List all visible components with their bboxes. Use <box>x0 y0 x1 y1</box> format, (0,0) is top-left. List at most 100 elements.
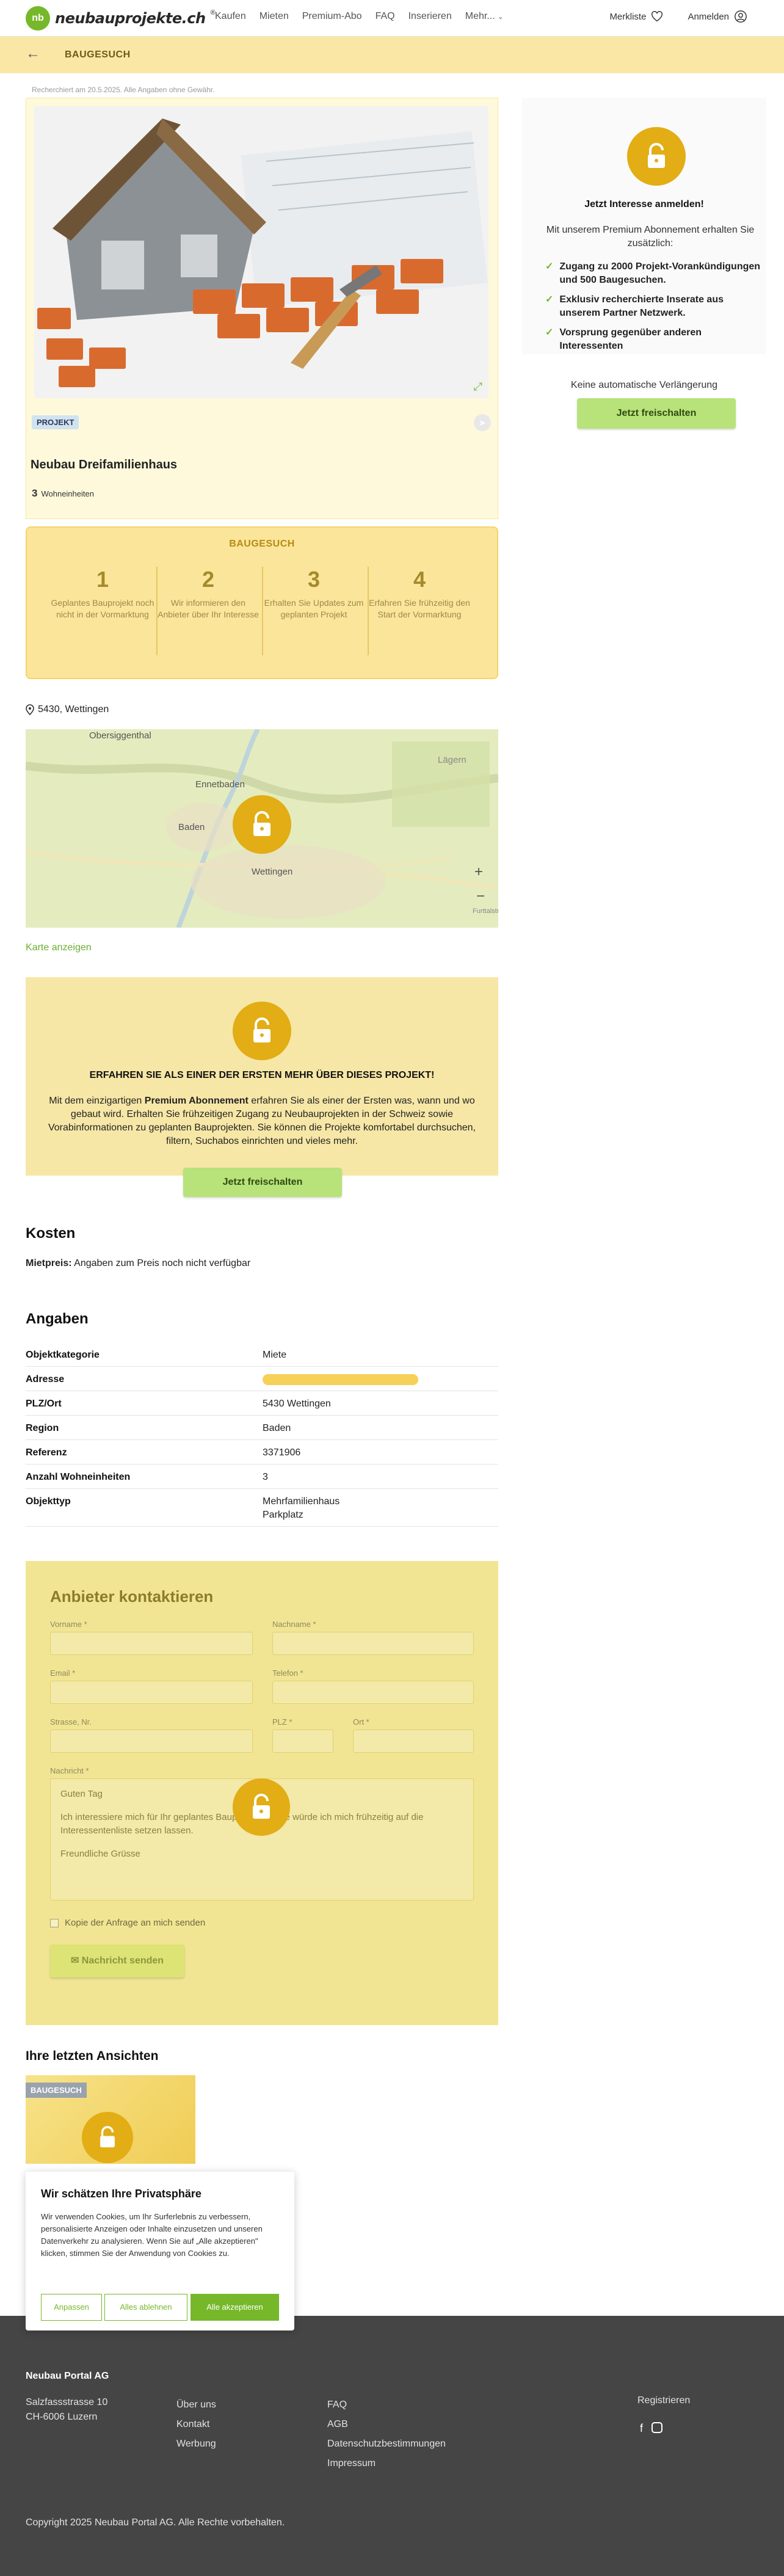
logo-text: neubauprojekte.ch <box>55 10 206 27</box>
step-1: 1 Geplantes Bauprojekt noch nicht in der … <box>51 567 154 620</box>
location-text: 5430, Wettingen <box>38 704 109 715</box>
copy-label: Kopie der Anfrage an mich senden <box>65 1918 206 1928</box>
premium-text: Mit dem einzigartigen Premium Abonnement… <box>35 1094 488 1148</box>
listing-image[interactable]: ⤢ <box>31 103 492 402</box>
show-map-link[interactable]: Karte anzeigen <box>26 942 92 953</box>
nav-inserieren[interactable]: Inserieren <box>408 11 452 22</box>
city-label: Ort * <box>353 1717 369 1726</box>
detail-value: Mehrfamilienhaus <box>263 1496 340 1507</box>
send-label: Nachricht senden <box>81 1956 164 1966</box>
sidebar-unlock-button[interactable]: Jetzt freischalten <box>577 398 736 429</box>
footer-col-3: FAQ AGB Datenschutzbestimmungen Impressu… <box>327 2395 446 2473</box>
sidebar-benefits: ✓ Zugang zu 2000 Projekt-Vorankündigungen… <box>545 260 765 353</box>
merkliste-label: Merkliste <box>609 11 647 22</box>
step-4: 4 Erfahren Sie frühzeitig den Start der V… <box>368 567 471 620</box>
zoom-out-icon[interactable]: − <box>476 888 485 905</box>
step-number: 3 <box>307 567 321 592</box>
send-button[interactable]: ✉ Nachricht senden <box>50 1945 184 1977</box>
map-label: Wettingen <box>252 867 293 877</box>
detail-row: Anzahl Wohneinheiten 3 <box>26 1464 498 1489</box>
zip-input[interactable] <box>272 1730 333 1753</box>
check-icon: ✓ <box>545 294 554 305</box>
benefit-text: Vorsprung gegenüber anderen Interessente… <box>559 327 702 351</box>
zoom-in-icon[interactable]: + <box>474 864 483 881</box>
details-title: Angaben <box>26 1311 89 1327</box>
main-nav: Kaufen Mieten Premium-Abo FAQ Inserieren… <box>215 11 503 22</box>
units-count: 3 <box>32 487 38 499</box>
footer-link[interactable]: Impressum <box>327 2454 446 2473</box>
rent-label: Mietpreis: <box>26 1258 72 1268</box>
instagram-icon[interactable] <box>652 2422 663 2433</box>
register-link[interactable]: Registrieren <box>637 2395 690 2406</box>
email-input[interactable] <box>50 1681 253 1704</box>
footer-link[interactable]: Kontakt <box>176 2415 216 2434</box>
customize-button[interactable]: Anpassen <box>41 2294 102 2321</box>
street-label: Strasse, Nr. <box>50 1717 92 1726</box>
copy-checkbox[interactable] <box>50 1918 59 1927</box>
nav-mieten[interactable]: Mieten <box>260 11 289 22</box>
step-number: 2 <box>201 567 215 592</box>
firstname-label: Vorname * <box>50 1620 87 1629</box>
anmelden-label: Anmelden <box>688 11 729 22</box>
lock-icon <box>233 795 291 854</box>
lock-icon <box>233 1778 290 1836</box>
footer-link[interactable]: Über uns <box>176 2395 216 2415</box>
unlock-button[interactable]: Jetzt freischalten <box>183 1168 342 1197</box>
premium-heading: ERFAHREN SIE ALS EINER DER ERSTEN MEHR Ü… <box>89 1070 435 1080</box>
back-arrow-icon[interactable]: ← <box>26 45 40 62</box>
footer-company: Neubau Portal AG <box>26 2371 109 2381</box>
phone-input[interactable] <box>272 1681 474 1704</box>
benefit-item: ✓ Vorsprung gegenüber anderen Interessent… <box>545 326 765 353</box>
nav-mehr[interactable]: Mehr... ⌄ <box>465 11 504 22</box>
detail-key: Referenz <box>26 1447 67 1458</box>
footer-link[interactable]: Werbung <box>176 2434 216 2454</box>
lock-icon <box>627 127 686 186</box>
lastname-input[interactable] <box>272 1632 474 1655</box>
detail-value: 5430 Wettingen <box>263 1399 331 1409</box>
detail-key: Region <box>26 1423 59 1433</box>
detail-value: 3371906 <box>263 1447 301 1458</box>
site-logo[interactable]: nb neubauprojekte.ch ® <box>26 6 216 31</box>
anmelden-link[interactable]: Anmelden <box>688 10 747 23</box>
rent-value: Angaben zum Preis noch nicht verfügbar <box>74 1258 251 1268</box>
step-3: 3 Erhalten Sie Updates zum geplanten Proj… <box>262 567 366 620</box>
location-map[interactable]: Obersiggenthal Ennetbaden Baden Wettinge… <box>26 729 498 928</box>
sidebar-intro: Mit unserem Premium Abonnement erhalten … <box>546 225 755 249</box>
nav-faq[interactable]: FAQ <box>376 11 395 22</box>
footer: Neubau Portal AG Salzfassstrasse 10 CH-60… <box>0 2316 784 2576</box>
footer-link[interactable]: AGB <box>327 2415 446 2434</box>
address-hidden-bar <box>263 1374 418 1385</box>
user-icon <box>735 10 747 23</box>
research-note: Recherchiert am 20.5.2025. Alle Angaben … <box>32 86 215 94</box>
facebook-icon[interactable]: f <box>640 2422 643 2435</box>
footer-street: Salzfassstrasse 10 <box>26 2397 108 2407</box>
nav-premium[interactable]: Premium-Abo <box>302 11 362 22</box>
map-label: Furttalstr. <box>473 908 498 915</box>
footer-address: Salzfassstrasse 10 CH-6006 Luzern <box>26 2395 107 2425</box>
check-icon: ✓ <box>545 327 554 338</box>
nav-kaufen[interactable]: Kaufen <box>215 11 246 22</box>
footer-link[interactable]: Datenschutzbestimmungen <box>327 2434 446 2454</box>
street-input[interactable] <box>50 1730 253 1753</box>
cookie-banner: Wir schätzen Ihre Privatsphäre Wir verwe… <box>26 2172 294 2330</box>
firstname-input[interactable] <box>50 1632 253 1655</box>
sidebar-note: Keine automatische Verlängerung <box>570 380 718 390</box>
accept-all-button[interactable]: Alle akzeptieren <box>191 2294 279 2321</box>
reject-all-button[interactable]: Alles ablehnen <box>104 2294 187 2321</box>
footer-link[interactable]: FAQ <box>327 2395 446 2415</box>
step-2: 2 Wir informieren den Anbieter über Ihr I… <box>156 567 260 620</box>
merkliste-link[interactable]: Merkliste <box>609 11 663 22</box>
share-icon[interactable]: ➤ <box>474 414 491 431</box>
detail-value: Baden <box>263 1423 291 1433</box>
lastname-label: Nachname * <box>272 1620 316 1629</box>
costs-title: Kosten <box>26 1225 76 1242</box>
step-text: Erfahren Sie frühzeitig den Start der Vo… <box>369 598 470 619</box>
heart-icon <box>652 11 663 22</box>
detail-key: PLZ/Ort <box>26 1399 62 1409</box>
expand-icon[interactable]: ⤢ <box>474 380 482 393</box>
detail-row: Referenz 3371906 <box>26 1440 498 1464</box>
category-band: ← BAUGESUCH <box>0 37 784 73</box>
city-input[interactable] <box>353 1730 474 1753</box>
recent-card[interactable]: BAUGESUCH <box>26 2075 195 2164</box>
lock-icon <box>82 2112 133 2163</box>
